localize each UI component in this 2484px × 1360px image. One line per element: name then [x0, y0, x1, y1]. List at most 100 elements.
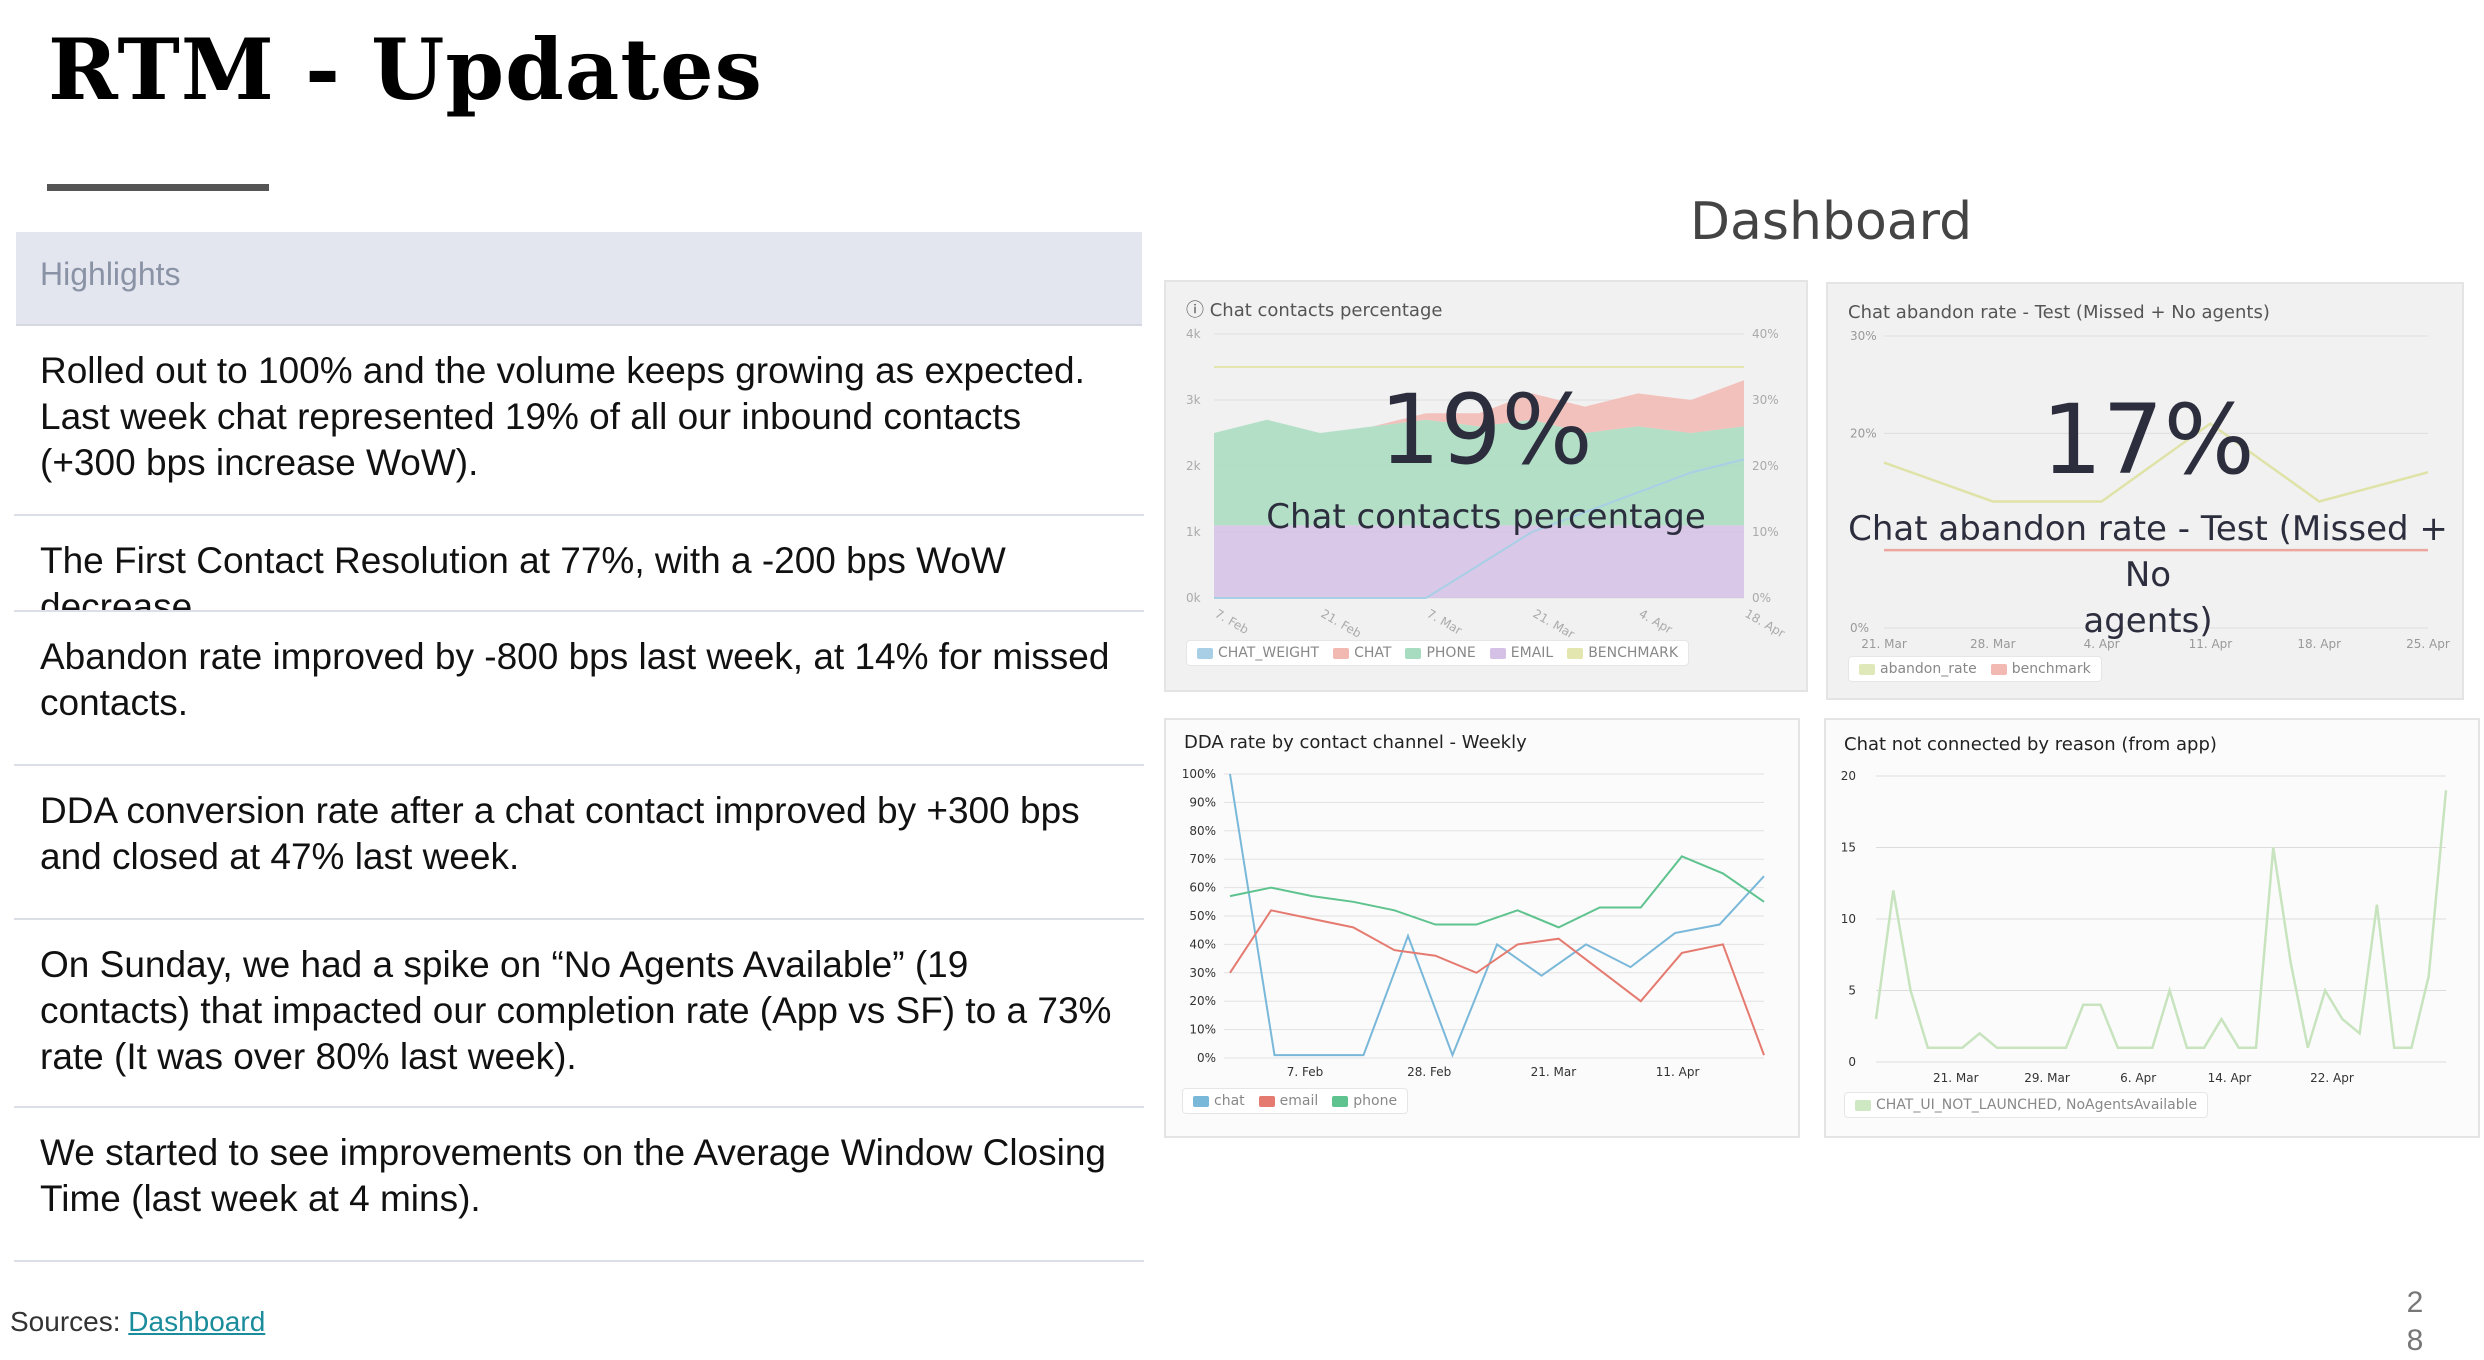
chat-contacts-big-value: 19% — [1379, 374, 1593, 486]
legend-label: CHAT — [1354, 645, 1392, 661]
y-tick-label: 1k — [1186, 525, 1201, 539]
y-tick-label: 10 — [1841, 912, 1856, 926]
y-tick-label: 20% — [1850, 426, 1877, 440]
legend-label: CHAT_UI_NOT_LAUNCHED, NoAgentsAvailable — [1876, 1097, 2198, 1113]
legend-label: PHONE — [1426, 645, 1476, 661]
legend-label: phone — [1353, 1093, 1398, 1109]
x-tick-label: 21. Feb — [1319, 606, 1364, 640]
chat-abandon-panel[interactable]: Chat abandon rate - Test (Missed + No ag… — [1826, 282, 2464, 700]
sources-line: Sources: Dashboard — [10, 1306, 265, 1338]
x-tick-label: 7. Feb — [1213, 606, 1252, 636]
legend-item[interactable]: email — [1258, 1093, 1318, 1109]
highlights-header: Highlights — [16, 232, 1142, 326]
dashboard-heading: Dashboard — [1690, 192, 1973, 252]
legend-item[interactable]: benchmark — [1990, 661, 2091, 677]
highlight-row: On Sunday, we had a spike on “No Agents … — [14, 920, 1144, 1108]
legend-label: EMAIL — [1510, 645, 1554, 661]
legend-swatch — [1990, 663, 2007, 675]
y-tick-label: 40% — [1189, 937, 1216, 951]
y-tick-label: 20% — [1752, 459, 1779, 473]
y-tick-label: 2k — [1186, 459, 1201, 473]
legend-label: CHAT_WEIGHT — [1218, 645, 1320, 661]
y-tick-label: 0% — [1752, 591, 1771, 605]
y-tick-label: 20% — [1189, 994, 1216, 1008]
chat-contacts-panel[interactable]: ⓘ Chat contacts percentage 0k 1k 2k 3k 4k 0% 1… — [1164, 280, 1808, 692]
y-tick-label: 40% — [1752, 327, 1779, 341]
legend-item[interactable]: PHONE — [1405, 645, 1476, 661]
legend-item[interactable]: phone — [1332, 1093, 1397, 1109]
legend-swatch — [1489, 647, 1506, 659]
y-tick-label: 0 — [1848, 1055, 1856, 1069]
x-tick-label: 14. Apr — [2208, 1071, 2252, 1085]
chat-contacts-chart: 0k 1k 2k 3k 4k 0% 10% 20% 30% 40% 7. Feb 21. Feb 7. … — [1186, 327, 1787, 641]
legend-item[interactable]: CHAT_WEIGHT — [1197, 645, 1319, 661]
highlights-header-label: Highlights — [40, 256, 181, 292]
x-tick-label: 21. Mar — [1933, 1071, 1979, 1085]
dda-rate-panel[interactable]: DDA rate by contact channel - Weekly 0% 1… — [1164, 718, 1800, 1138]
y-tick-label: 70% — [1189, 852, 1216, 866]
y-tick-label: 10% — [1752, 525, 1779, 539]
x-tick-label: 11. Apr — [1656, 1065, 1700, 1079]
y-tick-label: 90% — [1189, 795, 1216, 809]
not-connected-chart: 0 5 10 15 20 21. Mar 29. Mar 6. Apr 14. Apr 22. A… — [1841, 769, 2448, 1085]
y-tick-label: 60% — [1189, 881, 1216, 895]
legend-item[interactable]: chat — [1193, 1093, 1245, 1109]
legend-swatch — [1258, 1095, 1275, 1107]
x-tick-label: 21. Mar — [1531, 606, 1577, 641]
legend-label: BENCHMARK — [1588, 645, 1678, 661]
highlights-list: Rolled out to 100% and the volume keeps … — [14, 326, 1144, 1262]
sources-label: Sources: — [10, 1306, 121, 1337]
legend-item[interactable]: abandon_rate — [1859, 661, 1977, 677]
x-tick-label: 7. Mar — [1425, 606, 1465, 637]
not-connected-panel[interactable]: Chat not connected by reason (from app) … — [1824, 718, 2480, 1138]
y-tick-label: 50% — [1189, 909, 1216, 923]
slide-title: RTM - Updates — [48, 20, 763, 119]
line-phone — [1229, 855, 1765, 929]
highlight-row: The First Contact Resolution at 77%, wit… — [14, 516, 1144, 612]
big-label-line: agents) — [2083, 601, 2213, 641]
y-tick-label: 30% — [1850, 329, 1877, 343]
y-tick-label: 20 — [1841, 769, 1856, 783]
x-tick-label: 6. Apr — [2120, 1071, 2156, 1085]
legend-item[interactable]: EMAIL — [1489, 645, 1554, 661]
legend-label: chat — [1214, 1093, 1245, 1109]
legend-item[interactable]: BENCHMARK — [1567, 645, 1678, 661]
chat-abandon-big-value: 17% — [2041, 384, 2255, 496]
legend-swatch — [1405, 647, 1422, 659]
highlight-row: We started to see improvements on the Av… — [14, 1108, 1144, 1262]
legend-swatch — [1197, 647, 1213, 659]
y-tick-label: 0k — [1186, 591, 1201, 605]
legend-swatch — [1333, 647, 1350, 659]
y-tick-label: 10% — [1189, 1023, 1216, 1037]
y-tick-label: 5 — [1848, 984, 1856, 998]
y-tick-label: 15 — [1841, 841, 1856, 855]
legend-swatch — [1193, 1095, 1209, 1107]
big-label-line: Chat abandon rate - Test (Missed + No — [1848, 509, 2448, 595]
y-tick-label: 30% — [1189, 966, 1216, 980]
dashboard-link[interactable]: Dashboard — [128, 1306, 265, 1337]
page-number: 28 — [2406, 1286, 2424, 1357]
legend-label: abandon_rate — [1880, 661, 1977, 677]
dda-rate-legend: chat email phone — [1182, 1088, 1409, 1114]
chat-contacts-legend: CHAT_WEIGHT CHAT PHONE EMAIL BENCHMARK — [1186, 640, 1689, 666]
chat-contacts-big-label: Chat contacts percentage — [1266, 497, 1706, 537]
legend-item[interactable]: CHAT_UI_NOT_LAUNCHED, NoAgentsAvailable — [1855, 1097, 2197, 1113]
x-tick-label: 28. Feb — [1407, 1065, 1451, 1079]
not-connected-legend: CHAT_UI_NOT_LAUNCHED, NoAgentsAvailable — [1844, 1092, 2209, 1118]
line-chat — [1229, 773, 1765, 1058]
x-tick-label: 4. Apr — [1637, 606, 1675, 636]
legend-swatch — [1859, 663, 1875, 675]
legend-label: benchmark — [2011, 661, 2091, 677]
x-tick-label: 21. Mar — [1531, 1065, 1577, 1079]
legend-item[interactable]: CHAT — [1333, 645, 1391, 661]
dda-rate-chart: 0% 10% 20% 30% 40% 50% 60% 70% 80% 90% 100% 7. Feb 2… — [1182, 767, 1765, 1079]
y-tick-label: 30% — [1752, 393, 1779, 407]
title-underline — [47, 184, 269, 191]
y-tick-label: 80% — [1189, 824, 1216, 838]
x-tick-label: 22. Apr — [2310, 1071, 2354, 1085]
legend-swatch — [1332, 1095, 1349, 1107]
highlight-row: Abandon rate improved by -800 bps last w… — [14, 612, 1144, 766]
highlight-row: DDA conversion rate after a chat contact… — [14, 766, 1144, 920]
highlight-row: Rolled out to 100% and the volume keeps … — [14, 326, 1144, 516]
x-tick-label: 29. Mar — [2024, 1071, 2070, 1085]
